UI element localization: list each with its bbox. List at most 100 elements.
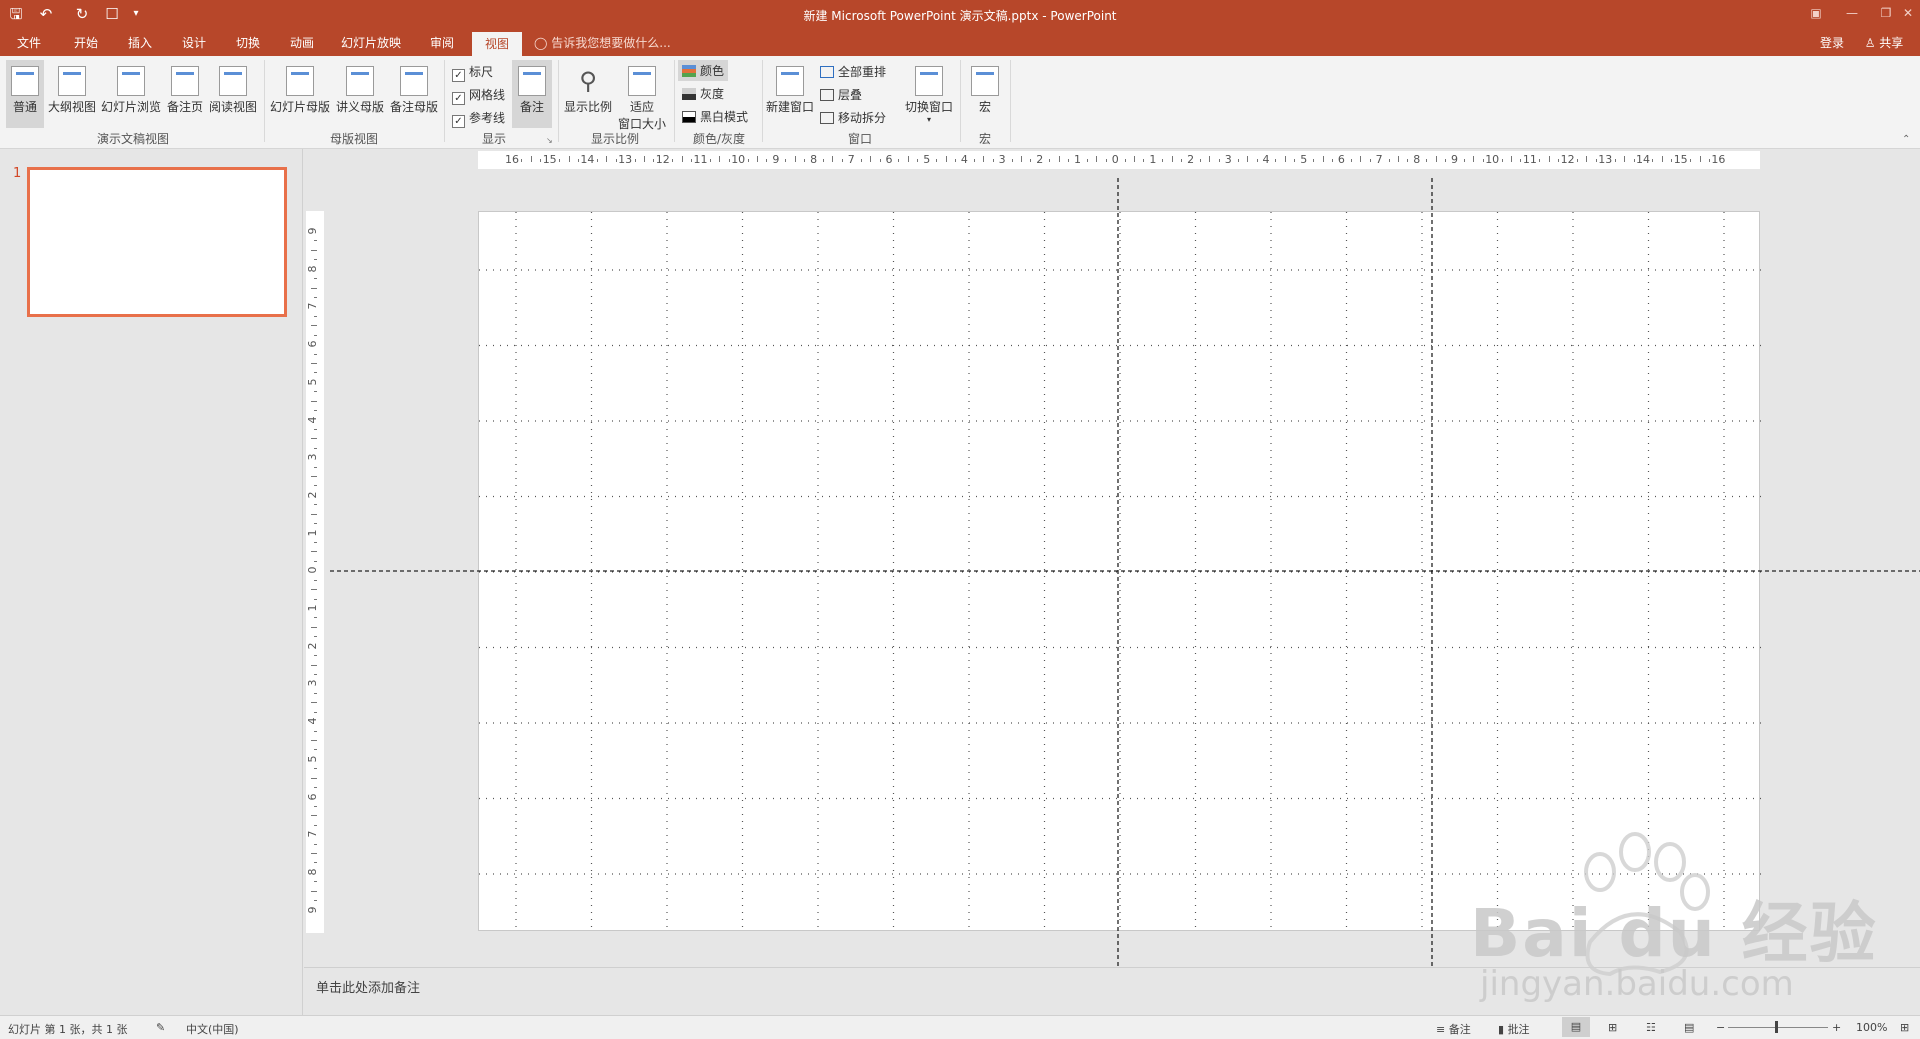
tab-transitions[interactable]: 切换: [228, 30, 268, 56]
close-icon[interactable]: ✕: [1890, 2, 1920, 24]
ruler-tick: [1577, 159, 1579, 162]
ruler-tick: [643, 156, 645, 162]
guides-checkbox[interactable]: ✓ 参考线: [452, 109, 505, 128]
ruler-tick: [794, 156, 796, 162]
ruler-tick: [1369, 159, 1371, 162]
ruler-tick-label: 5: [1300, 153, 1308, 166]
cascade-button[interactable]: 层叠: [820, 86, 862, 103]
ruler-tick-label: 5: [306, 755, 319, 763]
notes-master-button[interactable]: 备注母版: [388, 60, 440, 115]
reading-view-button[interactable]: 阅读视图: [206, 60, 260, 115]
ruler-tick-label: 9: [1451, 153, 1458, 166]
ruler-tick: [1473, 156, 1475, 162]
ruler-tick: [1501, 159, 1503, 162]
window-title: 新建 Microsoft PowerPoint 演示文稿.pptx - Powe…: [803, 9, 1117, 23]
ruler-tick: [1388, 159, 1390, 162]
tab-animations[interactable]: 动画: [282, 30, 322, 56]
ruler-tick: [1690, 159, 1692, 162]
arrange-all-button[interactable]: 全部重排: [820, 63, 886, 80]
normal-view-button[interactable]: 普通: [6, 60, 44, 128]
tab-home[interactable]: 开始: [66, 30, 106, 56]
ruler-tick-label: 9: [306, 227, 319, 235]
ruler-tick: [983, 156, 985, 162]
ruler-tick: [1407, 159, 1409, 162]
vertical-ruler[interactable]: 9 8 7 6 5 4 3 2 1 0 1 2 3 4 5 6 7 8 9: [306, 211, 324, 933]
tab-design[interactable]: 设计: [174, 30, 214, 56]
group-label-show: 显示: [481, 132, 506, 146]
slide-thumbnail[interactable]: [27, 167, 287, 317]
ruler-tick: [314, 278, 317, 280]
grayscale-button[interactable]: 灰度: [682, 85, 724, 102]
ruler-tick: [992, 159, 994, 162]
ruler-tick: [1124, 159, 1126, 162]
login-link[interactable]: 登录: [1814, 30, 1850, 56]
ruler-tick-label: 6: [885, 153, 893, 166]
ruler-tick-label: 6: [306, 793, 319, 800]
color-button[interactable]: 颜色: [678, 60, 729, 81]
macros-button[interactable]: 宏: [964, 60, 1006, 115]
ruler-tick: [311, 664, 317, 666]
ruler-tick: [311, 777, 317, 779]
new-window-button[interactable]: 新建窗口: [764, 60, 816, 115]
slide-sorter-button[interactable]: 幻灯片浏览: [100, 60, 162, 115]
ruler-tick: [1200, 159, 1202, 162]
ruler-tick: [917, 159, 919, 162]
ribbon-display-options-icon[interactable]: ▣: [1798, 2, 1834, 24]
tab-review[interactable]: 审阅: [422, 30, 462, 56]
tab-insert[interactable]: 插入: [120, 30, 160, 56]
dialog-launcher-icon[interactable]: ↘: [546, 136, 553, 145]
tab-view[interactable]: 视图: [472, 32, 522, 56]
notes-page-button[interactable]: 备注页: [164, 60, 206, 115]
ruler-tick: [973, 159, 975, 162]
ruler-tick: [1548, 156, 1550, 162]
ruler-tick: [1162, 159, 1164, 162]
handout-master-label: 讲义母版: [335, 100, 384, 114]
ruler-tick: [311, 853, 317, 855]
ruler-tick-label: 8: [306, 265, 319, 273]
outline-view-button[interactable]: 大纲视图: [46, 60, 98, 115]
move-split-button[interactable]: 移动拆分: [820, 109, 886, 126]
minimize-icon[interactable]: —: [1834, 2, 1870, 24]
outline-view-label: 大纲视图: [47, 100, 96, 114]
fit-to-window-button[interactable]: 适应 窗口大小: [616, 60, 668, 132]
tab-file[interactable]: 文件: [6, 30, 52, 56]
ruler-tick-label: 16: [1711, 153, 1726, 166]
slide-master-button[interactable]: 幻灯片母版: [268, 60, 332, 115]
ruler-tick: [870, 156, 872, 162]
ruler-checkbox[interactable]: ✓ 标尺: [452, 63, 493, 82]
ruler-tick: [1595, 159, 1597, 162]
ruler-tick-label: 4: [306, 416, 319, 423]
black-white-button[interactable]: 黑白模式: [682, 108, 748, 125]
spell-check-icon[interactable]: ✎: [156, 1021, 165, 1034]
share-button[interactable]: ♙ 共享: [1856, 30, 1912, 56]
group-label-presentation-views: 演示文稿视图: [96, 132, 169, 146]
ruler-tick: [314, 353, 317, 355]
macros-label: 宏: [978, 100, 991, 114]
watermark-url: jingyan.baidu.com: [1480, 964, 1794, 1004]
ruler-tick: [568, 156, 570, 162]
watermark-brand: Bai du 经验: [1470, 895, 1878, 972]
ruler-tick: [1539, 159, 1541, 162]
ruler-tick-label: 10: [731, 153, 746, 166]
collapse-ribbon-icon[interactable]: ⌃: [1902, 134, 1910, 145]
notes-icon: [518, 66, 546, 96]
divider: [674, 60, 675, 142]
tab-slideshow[interactable]: 幻灯片放映: [336, 30, 406, 56]
notes-status-button[interactable]: ≡ 备注: [1436, 1021, 1471, 1037]
handout-master-button[interactable]: 讲义母版: [334, 60, 386, 115]
arrange-all-icon: [820, 66, 834, 78]
ruler-tick: [1558, 159, 1560, 162]
ruler-tick-label: 16: [505, 153, 519, 166]
gridlines-checkbox[interactable]: ✓ 网格线: [452, 86, 505, 105]
ruler-tick: [314, 485, 317, 487]
notes-toggle-button[interactable]: 备注: [512, 60, 552, 128]
ruler-tick: [1360, 156, 1362, 162]
divider: [264, 60, 265, 142]
ruler-tick: [311, 702, 317, 704]
ruler-tick: [907, 156, 909, 162]
language-indicator[interactable]: 中文(中国): [186, 1021, 239, 1037]
horizontal-ruler[interactable]: 16 15 14 13 12 11 10 9 8 7 6 5 4 3 2 1 0 1 2 3 4 5 6 7 8 9 10 11 12 1…: [478, 151, 1760, 169]
zoom-button[interactable]: ⚲ 显示比例: [562, 60, 614, 115]
tell-me-search[interactable]: ◯ 告诉我您想要做什么...: [534, 30, 694, 56]
switch-window-button[interactable]: 切换窗口 ▾: [902, 60, 956, 124]
